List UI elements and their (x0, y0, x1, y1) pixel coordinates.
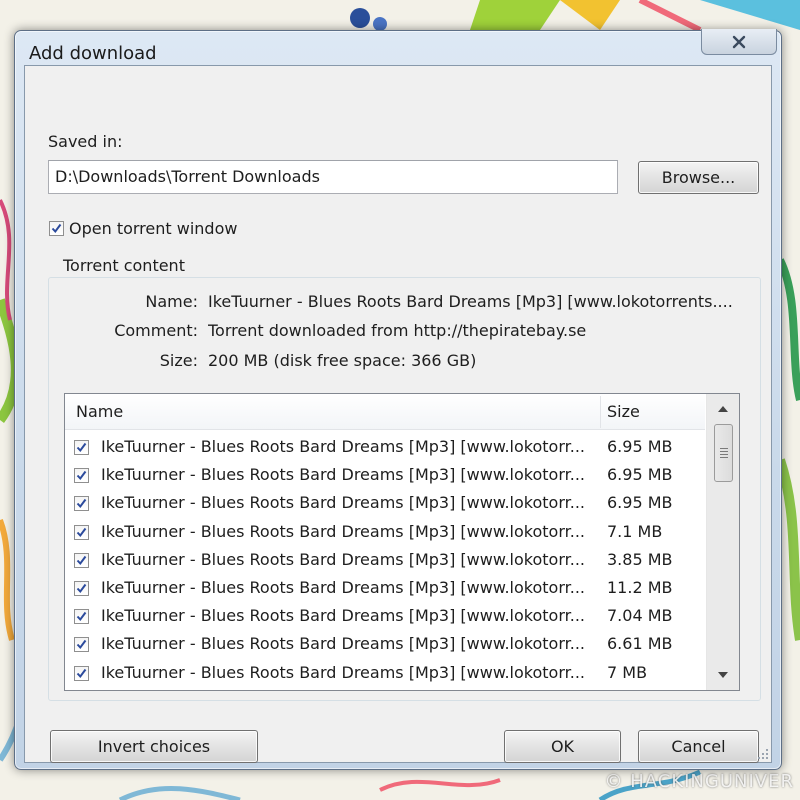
file-list-header: Name Size (65, 394, 705, 430)
file-row-checkbox[interactable] (74, 609, 89, 625)
file-row-checkbox[interactable] (74, 552, 89, 568)
table-row[interactable]: IkeTuurner - Blues Roots Bard Dreams [Mp… (65, 630, 705, 658)
torrent-content-group-label: Torrent content (57, 256, 191, 275)
dialog-client-area: Saved in: D:\Downloads\Torrent Downloads… (24, 65, 772, 763)
table-row[interactable]: IkeTuurner - Blues Roots Bard Dreams [Mp… (65, 433, 705, 461)
table-row[interactable]: IkeTuurner - Blues Roots Bard Dreams [Mp… (65, 574, 705, 602)
checkmark-icon (76, 527, 87, 537)
torrent-size-key: Size: (159, 351, 198, 370)
file-row-checkbox[interactable] (74, 637, 89, 653)
table-row[interactable]: IkeTuurner - Blues Roots Bard Dreams [Mp… (65, 659, 705, 687)
close-button[interactable] (701, 29, 777, 55)
add-download-dialog: Add download Saved in: D:\Downloads\Torr… (14, 29, 782, 770)
file-name-cell: IkeTuurner - Blues Roots Bard Dreams [Mp… (101, 521, 585, 541)
file-row-checkbox[interactable] (74, 468, 89, 484)
file-name-cell: IkeTuurner - Blues Roots Bard Dreams [Mp… (101, 437, 585, 456)
scroll-down-button[interactable] (707, 660, 739, 690)
table-row[interactable]: IkeTuurner - Blues Roots Bard Dreams [Mp… (65, 546, 705, 574)
invert-choices-button[interactable]: Invert choices (50, 730, 258, 763)
file-size-cell: 6.61 MB (607, 634, 673, 654)
saved-in-label: Saved in: (48, 132, 123, 151)
file-row-checkbox[interactable] (74, 440, 89, 455)
scrollbar-thumb[interactable] (714, 424, 733, 482)
checkmark-icon (76, 499, 87, 509)
watermark-text: © HACKINGUNIVER (604, 771, 794, 792)
resize-grip-icon[interactable] (755, 746, 769, 760)
file-size-cell: 6.95 MB (607, 437, 673, 456)
checkmark-icon (76, 640, 87, 650)
save-path-input[interactable]: D:\Downloads\Torrent Downloads (48, 160, 618, 194)
window-title: Add download (29, 43, 157, 64)
table-row[interactable]: IkeTuurner - Blues Roots Bard Dreams [Mp… (65, 602, 705, 630)
checkmark-icon (76, 471, 87, 481)
file-row-checkbox[interactable] (74, 524, 89, 540)
table-row[interactable]: IkeTuurner - Blues Roots Bard Dreams [Mp… (65, 489, 705, 517)
close-icon (732, 35, 746, 48)
table-row[interactable]: IkeTuurner - Blues Roots Bard Dreams [Mp… (65, 461, 705, 489)
torrent-comment-value: Torrent downloaded from http://thepirate… (208, 321, 587, 340)
browse-button[interactable]: Browse... (638, 161, 759, 194)
file-size-cell: 11.2 MB (607, 577, 673, 597)
file-row-checkbox[interactable] (74, 665, 89, 681)
open-torrent-window-checkbox[interactable] (49, 221, 64, 236)
torrent-name-key: Name: (145, 292, 198, 311)
torrent-size-value: 200 MB (disk free space: 366 GB) (208, 351, 477, 370)
chevron-up-icon (718, 406, 728, 412)
scroll-up-button[interactable] (707, 394, 739, 424)
checkmark-icon (76, 442, 87, 453)
file-name-cell: IkeTuurner - Blues Roots Bard Dreams [Mp… (101, 549, 585, 569)
file-name-cell: IkeTuurner - Blues Roots Bard Dreams [Mp… (101, 606, 585, 626)
column-separator[interactable] (600, 396, 601, 428)
ok-button[interactable]: OK (504, 730, 621, 763)
file-name-cell: IkeTuurner - Blues Roots Bard Dreams [Mp… (101, 577, 585, 597)
checkmark-icon (76, 555, 87, 565)
file-size-cell: 7.04 MB (607, 606, 673, 626)
chevron-down-icon (718, 672, 728, 678)
file-row-checkbox[interactable] (74, 580, 89, 596)
file-size-cell: 7.1 MB (607, 521, 663, 541)
file-list-rows: IkeTuurner - Blues Roots Bard Dreams [Mp… (65, 433, 705, 687)
file-size-cell: 6.95 MB (607, 465, 673, 485)
file-row-checkbox[interactable] (74, 496, 89, 512)
table-row[interactable]: IkeTuurner - Blues Roots Bard Dreams [Mp… (65, 518, 705, 546)
checkmark-icon (51, 223, 62, 234)
file-size-cell: 6.95 MB (607, 493, 673, 513)
torrent-comment-key: Comment: (114, 321, 198, 340)
checkmark-icon (76, 583, 87, 593)
file-name-cell: IkeTuurner - Blues Roots Bard Dreams [Mp… (101, 662, 585, 682)
checkmark-icon (76, 612, 87, 622)
torrent-name-value: IkeTuurner - Blues Roots Bard Dreams [Mp… (208, 292, 733, 311)
file-size-cell: 7 MB (607, 662, 648, 682)
file-name-cell: IkeTuurner - Blues Roots Bard Dreams [Mp… (101, 465, 585, 485)
file-size-cell: 3.85 MB (607, 549, 673, 569)
open-torrent-window-option[interactable]: Open torrent window (49, 219, 237, 238)
file-list[interactable]: Name Size IkeTuurner - Blues Roots Bard … (64, 393, 740, 691)
cancel-button[interactable]: Cancel (638, 730, 759, 763)
file-name-cell: IkeTuurner - Blues Roots Bard Dreams [Mp… (101, 493, 585, 513)
checkmark-icon (76, 668, 87, 678)
file-list-scrollbar[interactable] (706, 394, 739, 690)
file-name-cell: IkeTuurner - Blues Roots Bard Dreams [Mp… (101, 634, 585, 654)
column-header-name[interactable]: Name (76, 394, 123, 429)
open-torrent-window-label: Open torrent window (69, 219, 238, 238)
column-header-size[interactable]: Size (607, 394, 640, 429)
